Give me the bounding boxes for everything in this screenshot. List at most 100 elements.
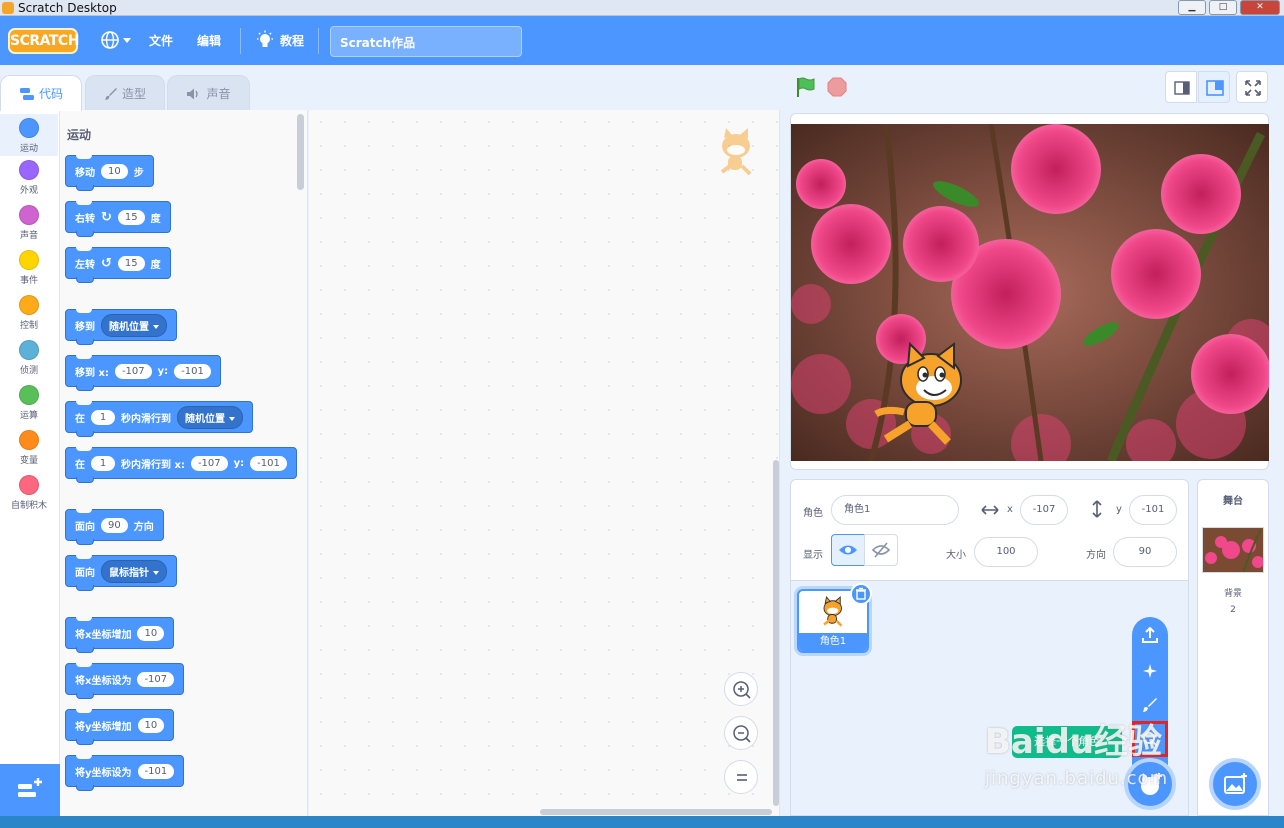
block-number-input[interactable]: 15 bbox=[117, 209, 145, 225]
hide-sprite-button[interactable] bbox=[864, 534, 898, 566]
choose-backdrop-button[interactable] bbox=[1209, 758, 1261, 810]
backdrops-label: 背景 bbox=[1223, 589, 1242, 599]
stage-backdrop-image bbox=[791, 124, 1269, 461]
stop-icon[interactable] bbox=[827, 77, 847, 97]
block-text: 度 bbox=[150, 213, 161, 225]
tutorials-menu[interactable]: 教程 bbox=[280, 32, 304, 49]
fullscreen-button[interactable] bbox=[1236, 71, 1268, 103]
category-dot bbox=[19, 160, 39, 180]
chevron-down-icon[interactable] bbox=[123, 38, 131, 43]
rotate-right-icon: ↻ bbox=[101, 209, 112, 225]
maximize-button[interactable]: □ bbox=[1209, 0, 1237, 15]
block-goto-xy[interactable]: 移到 x: -107 y: -101 bbox=[65, 355, 221, 391]
stage[interactable] bbox=[790, 113, 1269, 470]
sprite-name-input[interactable]: 角色1 bbox=[831, 495, 959, 525]
block-number-input[interactable]: 10 bbox=[137, 625, 165, 641]
tab-code[interactable]: 代码 bbox=[0, 75, 82, 111]
block-dropdown[interactable]: 随机位置 bbox=[101, 313, 167, 337]
block-change-x[interactable]: 将x坐标增加 10 bbox=[65, 617, 175, 653]
block-number-input[interactable]: 10 bbox=[137, 717, 165, 733]
direction-label: 方向 bbox=[1086, 550, 1106, 561]
lightbulb-icon[interactable] bbox=[255, 30, 275, 50]
category-motion[interactable]: 运动 bbox=[0, 114, 58, 156]
block-number-input[interactable]: -101 bbox=[174, 363, 211, 379]
delete-sprite-button[interactable] bbox=[850, 583, 872, 605]
block-change-y[interactable]: 将y坐标增加 10 bbox=[65, 709, 175, 745]
category-control[interactable]: 控制 bbox=[0, 295, 58, 331]
surprise-sprite-icon[interactable] bbox=[1140, 661, 1160, 681]
zoom-out-icon bbox=[733, 725, 751, 743]
block-text: 度 bbox=[150, 259, 161, 271]
block-turn-left[interactable]: 左转 ↺ 15 度 bbox=[65, 247, 171, 283]
show-sprite-button[interactable] bbox=[831, 534, 865, 566]
block-number-input[interactable]: 10 bbox=[101, 163, 128, 179]
y-position-input[interactable]: -101 bbox=[1129, 495, 1177, 525]
block-goto[interactable]: 移到 随机位置 bbox=[65, 309, 177, 345]
category-operators[interactable]: 运算 bbox=[0, 385, 58, 421]
block-text: 面向 bbox=[75, 521, 95, 533]
category-sensing[interactable]: 侦测 bbox=[0, 340, 58, 376]
normal-stage-icon bbox=[1206, 80, 1224, 96]
category-dot bbox=[19, 385, 39, 405]
category-my-blocks[interactable]: 自制积木 bbox=[0, 475, 58, 511]
close-window-button[interactable]: ✕ bbox=[1240, 0, 1280, 15]
category-variables[interactable]: 变量 bbox=[0, 430, 58, 466]
current-sprite-icon bbox=[720, 128, 752, 176]
category-looks[interactable]: 外观 bbox=[0, 160, 58, 196]
green-flag-icon[interactable] bbox=[794, 76, 816, 98]
scratch-logo[interactable]: SCRATCH bbox=[8, 28, 79, 54]
block-move-steps[interactable]: 移动 10 步 bbox=[65, 155, 154, 191]
block-number-input[interactable]: -107 bbox=[190, 455, 228, 471]
edit-menu[interactable]: 编辑 bbox=[197, 32, 221, 49]
category-dot bbox=[19, 295, 39, 315]
block-number-input[interactable]: 15 bbox=[117, 255, 145, 271]
block-number-input[interactable]: -107 bbox=[137, 671, 175, 687]
workspace-horizontal-scrollbar[interactable] bbox=[540, 809, 772, 815]
block-number-input[interactable]: -101 bbox=[137, 763, 175, 779]
tab-costumes[interactable]: 造型 bbox=[85, 75, 165, 110]
block-text: 将y坐标增加 bbox=[75, 721, 132, 733]
code-workspace[interactable] bbox=[309, 110, 780, 816]
block-point-direction[interactable]: 面向 90 方向 bbox=[65, 509, 164, 545]
direction-input[interactable]: 90 bbox=[1113, 537, 1177, 567]
peach-blossom-image bbox=[791, 124, 1269, 461]
block-turn-right[interactable]: 右转 ↻ 15 度 bbox=[65, 201, 171, 237]
block-number-input[interactable]: 90 bbox=[101, 517, 128, 533]
upload-sprite-icon[interactable] bbox=[1140, 625, 1160, 645]
block-text: 秒内滑行到 bbox=[121, 413, 171, 425]
small-stage-button[interactable] bbox=[1165, 71, 1197, 103]
language-globe-icon[interactable] bbox=[100, 30, 120, 50]
zoom-in-button[interactable] bbox=[724, 672, 758, 706]
category-sound[interactable]: 声音 bbox=[0, 205, 58, 241]
category-label: 控制 bbox=[19, 321, 38, 331]
add-extension-button[interactable] bbox=[0, 764, 60, 816]
category-events[interactable]: 事件 bbox=[0, 250, 58, 286]
zoom-reset-button[interactable] bbox=[724, 760, 758, 794]
block-palette: 运动 移动 10 步 右转 ↻ 15 度 左转 ↺ 15 度 移到 随机位置 移… bbox=[60, 110, 308, 816]
block-number-input[interactable]: 1 bbox=[91, 455, 115, 471]
workspace-vertical-scrollbar[interactable] bbox=[773, 460, 779, 806]
zoom-out-button[interactable] bbox=[724, 716, 758, 750]
block-number-input[interactable]: 1 bbox=[91, 409, 115, 425]
minimize-button[interactable]: ▁ bbox=[1178, 0, 1206, 15]
small-stage-icon bbox=[1174, 81, 1190, 95]
normal-stage-button[interactable] bbox=[1198, 71, 1230, 103]
paint-sprite-icon[interactable] bbox=[1140, 695, 1160, 715]
tab-sounds[interactable]: 声音 bbox=[167, 75, 250, 110]
block-glide[interactable]: 在 1 秒内滑行到 随机位置 bbox=[65, 401, 253, 437]
block-glide-xy[interactable]: 在 1 秒内滑行到 x: -107 y: -101 bbox=[65, 447, 297, 483]
block-set-x[interactable]: 将x坐标设为 -107 bbox=[65, 663, 185, 699]
block-number-input[interactable]: -101 bbox=[250, 455, 287, 471]
x-position-input[interactable]: -107 bbox=[1020, 495, 1068, 525]
size-input[interactable]: 100 bbox=[974, 537, 1038, 567]
category-label: 运算 bbox=[19, 411, 38, 421]
block-number-input[interactable]: -107 bbox=[114, 363, 152, 379]
palette-scrollbar[interactable] bbox=[297, 114, 304, 190]
project-title-input[interactable]: Scratch作品 bbox=[330, 26, 522, 57]
block-point-towards[interactable]: 面向 鼠标指针 bbox=[65, 555, 177, 591]
file-menu[interactable]: 文件 bbox=[149, 32, 173, 49]
block-dropdown[interactable]: 鼠标指针 bbox=[101, 559, 167, 583]
backdrop-thumbnail[interactable] bbox=[1202, 527, 1264, 573]
block-dropdown[interactable]: 随机位置 bbox=[177, 405, 243, 429]
block-set-y[interactable]: 将y坐标设为 -101 bbox=[65, 755, 185, 791]
